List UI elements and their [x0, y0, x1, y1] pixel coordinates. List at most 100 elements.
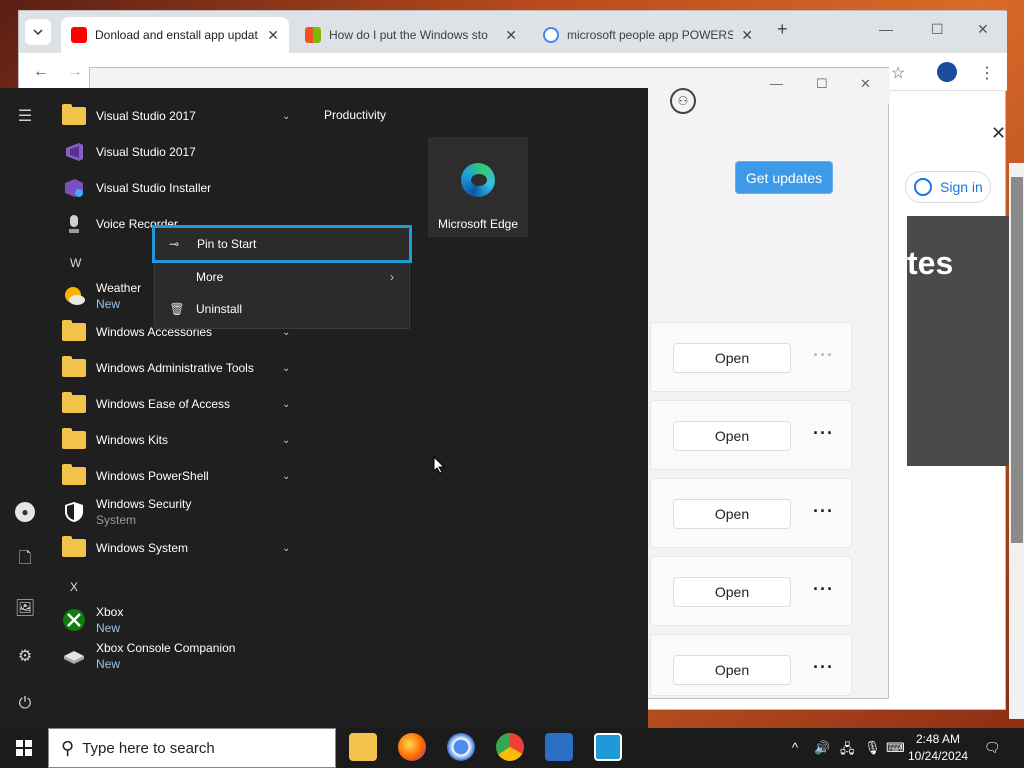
- taskbar-clock[interactable]: 2:48 AM 10/24/2024: [908, 731, 968, 765]
- app-label: Windows Ease of Access: [96, 397, 231, 411]
- open-button[interactable]: Open: [673, 343, 791, 373]
- tab-3[interactable]: microsoft people app POWERS ✕: [533, 17, 763, 53]
- windows-logo-icon: [16, 740, 32, 756]
- folder-icon: [62, 320, 86, 344]
- start-button[interactable]: [0, 728, 48, 768]
- settings-gear-icon[interactable]: ⚙: [13, 644, 37, 668]
- edge-icon: [461, 163, 495, 197]
- power-icon[interactable]: ⏻: [13, 692, 37, 716]
- app-label: Windows PowerShell: [96, 469, 209, 483]
- microphone-tray-icon[interactable]: 🎙: [864, 740, 881, 756]
- profile-icon[interactable]: [937, 62, 957, 82]
- microsoft-edge-tile[interactable]: Microsoft Edge: [428, 137, 528, 237]
- shield-icon: [62, 500, 86, 524]
- app-list-item[interactable]: Visual Studio 2017 ⌄: [62, 99, 312, 133]
- scrollbar-thumb[interactable]: [1011, 177, 1023, 543]
- volume-icon[interactable]: 🔊: [814, 740, 830, 756]
- microsoft-store-icon[interactable]: [545, 733, 573, 761]
- tile-group-title[interactable]: Productivity: [324, 108, 386, 122]
- app-list-item[interactable]: Xbox Console Companion New: [62, 638, 312, 674]
- back-icon[interactable]: ←: [33, 63, 49, 81]
- app-label-group: Windows Security System: [96, 496, 312, 528]
- chevron-right-icon: ›: [390, 270, 394, 284]
- store-maximize-button[interactable]: ☐: [816, 76, 828, 92]
- bookmark-star-icon[interactable]: ☆: [891, 63, 905, 83]
- more-options-icon[interactable]: ···: [813, 579, 834, 600]
- app-row: Open ···: [650, 634, 852, 696]
- documents-icon[interactable]: 🗋: [13, 548, 37, 572]
- more-options-icon[interactable]: ···: [813, 657, 834, 678]
- close-tab-icon[interactable]: ✕: [741, 27, 753, 44]
- tile-label: Microsoft Edge: [437, 217, 519, 231]
- store-close-button[interactable]: ✕: [860, 76, 871, 92]
- close-window-button[interactable]: ✕: [977, 21, 989, 38]
- more-options-icon[interactable]: ···: [813, 423, 834, 444]
- menu-kebab-icon[interactable]: ⋮: [979, 63, 995, 83]
- open-button[interactable]: Open: [673, 577, 791, 607]
- keyboard-icon[interactable]: ⌨: [886, 740, 905, 756]
- app-list-item[interactable]: Windows System ⌄: [62, 531, 312, 565]
- folder-icon: [62, 356, 86, 380]
- microphone-icon: [62, 212, 86, 236]
- app-list-item[interactable]: Windows Security System: [62, 494, 312, 530]
- chrome-icon[interactable]: [496, 733, 524, 761]
- taskbar-search-box[interactable]: ⚲ Type here to search: [48, 728, 336, 768]
- open-button[interactable]: Open: [673, 499, 791, 529]
- app-list-item[interactable]: Windows Ease of Access ⌄: [62, 387, 312, 421]
- app-row: Open ···: [650, 322, 852, 392]
- uninstall-menu-item[interactable]: 🗑 Uninstall: [158, 293, 406, 325]
- open-button[interactable]: Open: [673, 421, 791, 451]
- more-menu-item[interactable]: More ›: [158, 261, 406, 293]
- store-account-icon[interactable]: ⚇: [670, 88, 696, 114]
- app-list-item[interactable]: Windows Kits ⌄: [62, 423, 312, 457]
- app-row: Open ···: [650, 400, 852, 470]
- new-badge: New: [96, 621, 121, 635]
- firefox-icon[interactable]: [398, 733, 426, 761]
- chromium-icon[interactable]: [447, 733, 475, 761]
- app-list-item[interactable]: Visual Studio Installer: [62, 171, 312, 205]
- file-explorer-icon[interactable]: [349, 733, 377, 761]
- hamburger-menu-icon[interactable]: ☰: [13, 104, 37, 128]
- youtube-icon: [71, 27, 87, 43]
- folder-icon: [62, 392, 86, 416]
- section-letter[interactable]: X: [70, 580, 78, 594]
- open-button[interactable]: Open: [673, 655, 791, 685]
- account-icon: [914, 178, 932, 196]
- forward-icon[interactable]: →: [67, 63, 83, 81]
- app-list-item[interactable]: Xbox New: [62, 602, 312, 638]
- close-icon[interactable]: ✕: [991, 123, 1006, 144]
- microsoft-icon: [305, 27, 321, 43]
- app-list-item[interactable]: Visual Studio 2017: [62, 135, 312, 169]
- notifications-icon[interactable]: 🗨: [984, 740, 1001, 756]
- close-tab-icon[interactable]: ✕: [505, 27, 517, 44]
- more-options-icon[interactable]: ···: [813, 501, 834, 522]
- remote-desktop-icon[interactable]: [594, 733, 622, 761]
- pictures-icon[interactable]: 🖼: [13, 596, 37, 620]
- section-letter[interactable]: W: [70, 256, 81, 270]
- tab-2[interactable]: How do I put the Windows sto ✕: [295, 17, 527, 53]
- network-icon[interactable]: 🖧: [840, 740, 855, 762]
- store-minimize-button[interactable]: —: [770, 76, 783, 91]
- minimize-button[interactable]: —: [879, 21, 893, 37]
- folder-icon: [62, 428, 86, 452]
- maximize-button[interactable]: ☐: [931, 21, 944, 38]
- chevron-down-icon: ⌄: [282, 398, 291, 410]
- new-badge: New: [96, 657, 121, 671]
- xbox-icon: [62, 608, 86, 632]
- more-options-icon[interactable]: ···: [813, 345, 834, 366]
- tab-1[interactable]: Donload and enstall app updat ✕: [61, 17, 289, 53]
- app-list-item[interactable]: Windows PowerShell ⌄: [62, 459, 312, 493]
- get-updates-button[interactable]: Get updates: [735, 161, 833, 194]
- pin-to-start-menu-item[interactable]: ⊸ Pin to Start: [152, 225, 412, 263]
- sign-in-button[interactable]: Sign in: [905, 171, 991, 203]
- sign-in-label: Sign in: [940, 179, 983, 195]
- show-hidden-icons-icon[interactable]: ^: [792, 740, 798, 755]
- user-account-icon[interactable]: ●: [13, 500, 37, 524]
- pin-icon: ⊸: [169, 237, 180, 251]
- close-tab-icon[interactable]: ✕: [267, 27, 279, 44]
- new-tab-button[interactable]: +: [777, 19, 788, 40]
- app-list-item[interactable]: Windows Administrative Tools ⌄: [62, 351, 312, 385]
- app-label: Weather: [96, 281, 142, 295]
- tab-search-button[interactable]: [25, 19, 51, 45]
- google-icon: [543, 27, 559, 43]
